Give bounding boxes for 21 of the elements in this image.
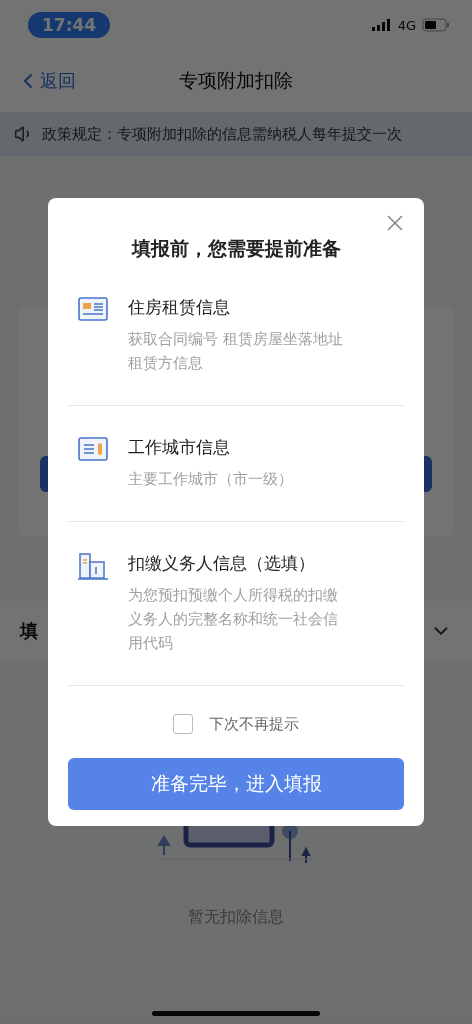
signal-icon: [371, 19, 392, 31]
section-label: 填: [20, 619, 38, 643]
id-card-icon: [78, 296, 108, 322]
checkbox-label[interactable]: 下次不再提示: [209, 714, 299, 734]
item-title: 工作城市信息: [128, 436, 231, 459]
checkbox[interactable]: [173, 714, 193, 734]
battery-icon: [422, 18, 450, 32]
back-button[interactable]: 返回: [16, 69, 76, 93]
item-description: 获取合同编号 租赁房屋坐落地址租赁方信息: [128, 329, 344, 374]
confirm-button[interactable]: 准备完毕，进入填报: [68, 758, 404, 810]
item-description: 为您预扣预缴个人所得税的扣缴义务人的完整名称和统一社会信用代码: [128, 585, 339, 654]
network-label: 4G: [397, 17, 416, 33]
building-icon: [78, 552, 108, 580]
item-title: 住房租赁信息: [128, 296, 231, 319]
page-title: 专项附加扣除: [179, 68, 293, 93]
dialog-title: 填报前，您需要提前准备: [131, 236, 341, 261]
item-description: 主要工作城市（市一级）: [128, 469, 294, 490]
item-title: 扣缴义务人信息（选填）: [128, 552, 316, 575]
status-time: 17:44: [28, 12, 111, 38]
notice-text: 政策规定：专项附加扣除的信息需纳税人每年提交一次: [42, 124, 402, 144]
document-icon: [78, 436, 108, 462]
